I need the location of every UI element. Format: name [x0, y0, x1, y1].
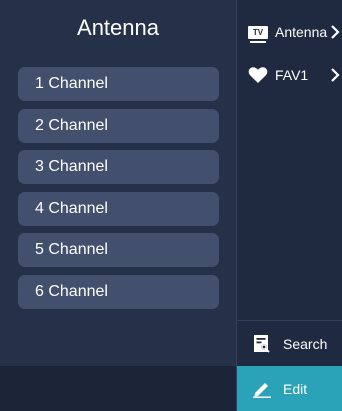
channel-list-screen: Antenna 1 Channel 2 Channel 3 Channel 4 …: [0, 0, 342, 411]
search-label: Search: [283, 335, 328, 352]
channel-label: 4 Channel: [35, 199, 108, 217]
channel-label: 3 Channel: [35, 158, 108, 175]
channel-item-4[interactable]: 4 Channel: [18, 191, 219, 226]
source-menu: TV Antenna FAV1 Search Edit: [237, 0, 342, 411]
tv-icon: TV: [247, 23, 269, 43]
nav-item-label: FAV1: [275, 67, 309, 83]
channel-item-1[interactable]: 1 Channel: [18, 67, 219, 101]
nav-item-fav1[interactable]: FAV1: [237, 60, 342, 90]
chevron-right-icon: [331, 68, 340, 82]
channel-list-panel: Antenna 1 Channel 2 Channel 3 Channel 4 …: [0, 0, 236, 366]
edit-label: Edit: [283, 380, 308, 397]
nav-item-label: Antenna: [275, 24, 328, 40]
pencil-icon: [251, 379, 273, 399]
list-title: Antenna: [77, 15, 159, 40]
heart-icon: [247, 66, 269, 84]
search-button[interactable]: Search: [237, 320, 342, 366]
channel-item-6[interactable]: 6 Channel: [18, 274, 219, 309]
channel-label: 6 Channel: [35, 282, 108, 300]
nav-item-antenna[interactable]: TV Antenna: [237, 17, 342, 47]
channel-label: 1 Channel: [35, 75, 108, 92]
channel-item-2[interactable]: 2 Channel: [18, 108, 219, 143]
channel-list: 1 Channel 2 Channel 3 Channel 4 Channel …: [18, 67, 219, 316]
edit-button[interactable]: Edit: [237, 366, 342, 411]
channel-item-5[interactable]: 5 Channel: [18, 233, 219, 267]
chevron-right-icon: [331, 25, 340, 39]
search-list-icon: [251, 334, 273, 354]
channel-item-3[interactable]: 3 Channel: [18, 150, 219, 184]
channel-label: 2 Channel: [35, 116, 108, 134]
channel-label: 5 Channel: [35, 241, 108, 258]
left-footer-bar: [0, 366, 236, 411]
